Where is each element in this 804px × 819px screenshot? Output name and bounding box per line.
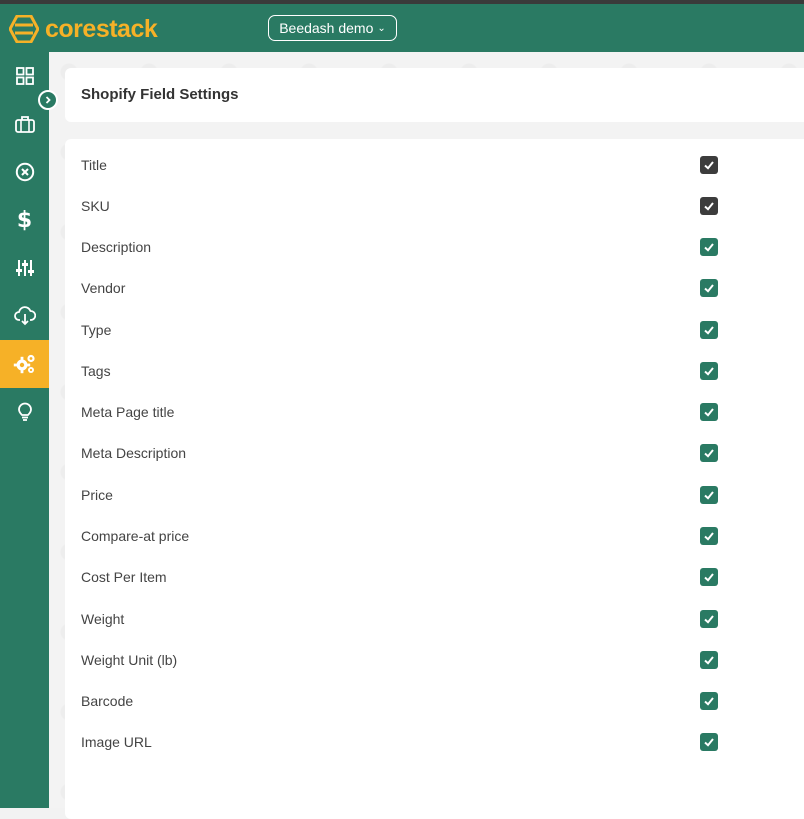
logo-text-stack: stack bbox=[95, 15, 158, 43]
field-row: Cost Per Item bbox=[65, 557, 765, 598]
field-label: Barcode bbox=[81, 693, 134, 710]
sliders-icon bbox=[15, 260, 34, 276]
field-label: Tags bbox=[81, 362, 111, 379]
field-row: Type bbox=[65, 309, 765, 350]
field-checkbox[interactable] bbox=[700, 155, 718, 174]
lightbulb-icon bbox=[17, 402, 32, 421]
checkmark-icon bbox=[704, 408, 714, 417]
field-checkbox[interactable] bbox=[700, 403, 718, 422]
sidebar-item-configuration[interactable] bbox=[0, 340, 49, 388]
field-checkbox[interactable] bbox=[700, 609, 718, 628]
checkmark-icon bbox=[704, 325, 714, 335]
field-checkbox[interactable] bbox=[700, 320, 718, 339]
field-row: Image URL bbox=[65, 722, 765, 763]
sidebar-item-insights[interactable] bbox=[0, 388, 49, 436]
checkmark-icon bbox=[704, 449, 714, 459]
field-row: Weight Unit (lb) bbox=[65, 639, 765, 680]
checkmark-icon bbox=[704, 573, 714, 582]
field-label: Weight Unit (lb) bbox=[81, 651, 178, 668]
checkmark-icon bbox=[704, 614, 714, 624]
field-label: Cost Per Item bbox=[81, 569, 167, 586]
field-row: Meta Description bbox=[65, 433, 765, 474]
sidebar-item-settings-sliders[interactable] bbox=[0, 244, 49, 292]
field-label: Title bbox=[81, 156, 107, 173]
checkmark-icon bbox=[704, 697, 714, 706]
briefcase-icon bbox=[14, 116, 35, 133]
sidebar: $ bbox=[0, 52, 49, 808]
field-checkbox[interactable] bbox=[700, 238, 718, 257]
gears-icon bbox=[13, 354, 35, 374]
field-label: SKU bbox=[81, 197, 110, 214]
field-label: Compare-at price bbox=[81, 528, 190, 545]
field-label: Type bbox=[81, 321, 112, 338]
checkmark-icon bbox=[704, 367, 714, 376]
cloud-download-icon bbox=[13, 306, 36, 326]
field-label: Meta Page title bbox=[81, 404, 175, 421]
checkmark-icon bbox=[704, 284, 714, 293]
field-row: Weight bbox=[65, 598, 765, 639]
field-row: Barcode bbox=[65, 681, 765, 722]
corestack-logo[interactable]: corestack bbox=[9, 14, 158, 44]
dollar-icon: $ bbox=[16, 207, 33, 233]
field-checkbox[interactable] bbox=[700, 361, 718, 380]
field-row: Vendor bbox=[65, 268, 765, 309]
field-row: Title bbox=[65, 144, 765, 185]
page-title: Shopify Field Settings bbox=[81, 86, 239, 103]
checkmark-icon bbox=[704, 738, 714, 748]
circle-x-icon bbox=[15, 162, 34, 182]
top-bar: corestack Beedash demo ⌄ bbox=[0, 4, 804, 52]
sidebar-item-cloud-download[interactable] bbox=[0, 292, 49, 340]
checkmark-icon bbox=[704, 202, 714, 211]
sidebar-item-cancel[interactable] bbox=[0, 148, 49, 196]
hexagon-logo-icon bbox=[9, 15, 39, 43]
field-checkbox[interactable] bbox=[700, 444, 718, 463]
checkmark-icon bbox=[704, 532, 714, 541]
field-label: Image URL bbox=[81, 734, 152, 751]
field-row: Price bbox=[65, 474, 765, 515]
checkmark-icon bbox=[704, 656, 714, 665]
field-label: Description bbox=[81, 239, 152, 256]
field-label: Meta Description bbox=[81, 445, 187, 462]
field-row: SKU bbox=[65, 185, 765, 226]
checkmark-icon bbox=[704, 160, 714, 170]
field-checkbox[interactable] bbox=[700, 527, 718, 546]
field-row: Description bbox=[65, 227, 765, 268]
field-row: Tags bbox=[65, 350, 765, 391]
field-checkbox[interactable] bbox=[700, 692, 718, 711]
logo-text-core: core bbox=[45, 15, 96, 43]
sidebar-item-billing[interactable]: $ bbox=[0, 196, 49, 244]
field-checkbox[interactable] bbox=[700, 733, 718, 752]
field-checkbox[interactable] bbox=[700, 568, 718, 587]
field-checkbox[interactable] bbox=[700, 196, 718, 215]
field-checkbox[interactable] bbox=[700, 485, 718, 504]
sidebar-expand-button[interactable] bbox=[38, 90, 58, 110]
field-checkbox[interactable] bbox=[700, 650, 718, 669]
chevron-right-icon bbox=[45, 96, 51, 104]
field-label: Price bbox=[81, 486, 113, 503]
dashboard-grid-icon bbox=[15, 67, 34, 85]
field-label: Vendor bbox=[81, 280, 126, 297]
chevron-down-icon: ⌄ bbox=[377, 22, 386, 34]
organization-selector[interactable]: Beedash demo ⌄ bbox=[268, 15, 397, 41]
checkmark-icon bbox=[704, 243, 714, 252]
field-checkbox[interactable] bbox=[700, 279, 718, 298]
field-label: Weight bbox=[81, 610, 125, 627]
organization-selector-label: Beedash demo bbox=[279, 20, 374, 36]
logo-text: corestack bbox=[45, 14, 158, 44]
checkmark-icon bbox=[704, 491, 714, 500]
field-row: Compare-at price bbox=[65, 516, 765, 557]
field-row: Meta Page title bbox=[65, 392, 765, 433]
